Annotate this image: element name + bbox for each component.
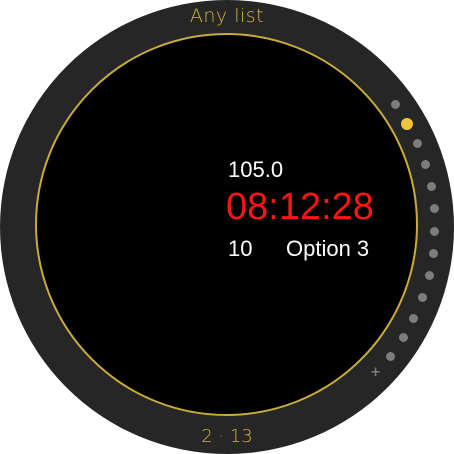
count-text: 10 [228, 236, 253, 261]
page-dot[interactable] [413, 139, 423, 149]
page-dot[interactable] [398, 333, 408, 343]
value-text: 105.0 [228, 157, 284, 182]
page-indicator: 2 · 13 [201, 426, 253, 447]
page-dot[interactable] [409, 313, 419, 323]
page-dot[interactable] [424, 271, 434, 281]
page-dot[interactable] [390, 100, 400, 110]
add-page-icon[interactable]: + [370, 366, 381, 379]
page-dot[interactable] [385, 351, 395, 361]
page-dot[interactable] [428, 249, 438, 259]
page-title: Any list [189, 5, 265, 27]
option-text: Option 3 [286, 236, 370, 261]
page-dot-active[interactable] [401, 117, 414, 130]
time-display: 08:12:28 [226, 186, 374, 228]
page-dot[interactable] [426, 182, 436, 192]
page-dot[interactable] [420, 160, 430, 170]
watch-face: Any list 105.0 08:12:28 10 Option 3 2 · … [0, 0, 454, 454]
page-dot[interactable] [418, 292, 428, 302]
page-dot[interactable] [429, 204, 439, 214]
page-dot[interactable] [430, 226, 440, 236]
